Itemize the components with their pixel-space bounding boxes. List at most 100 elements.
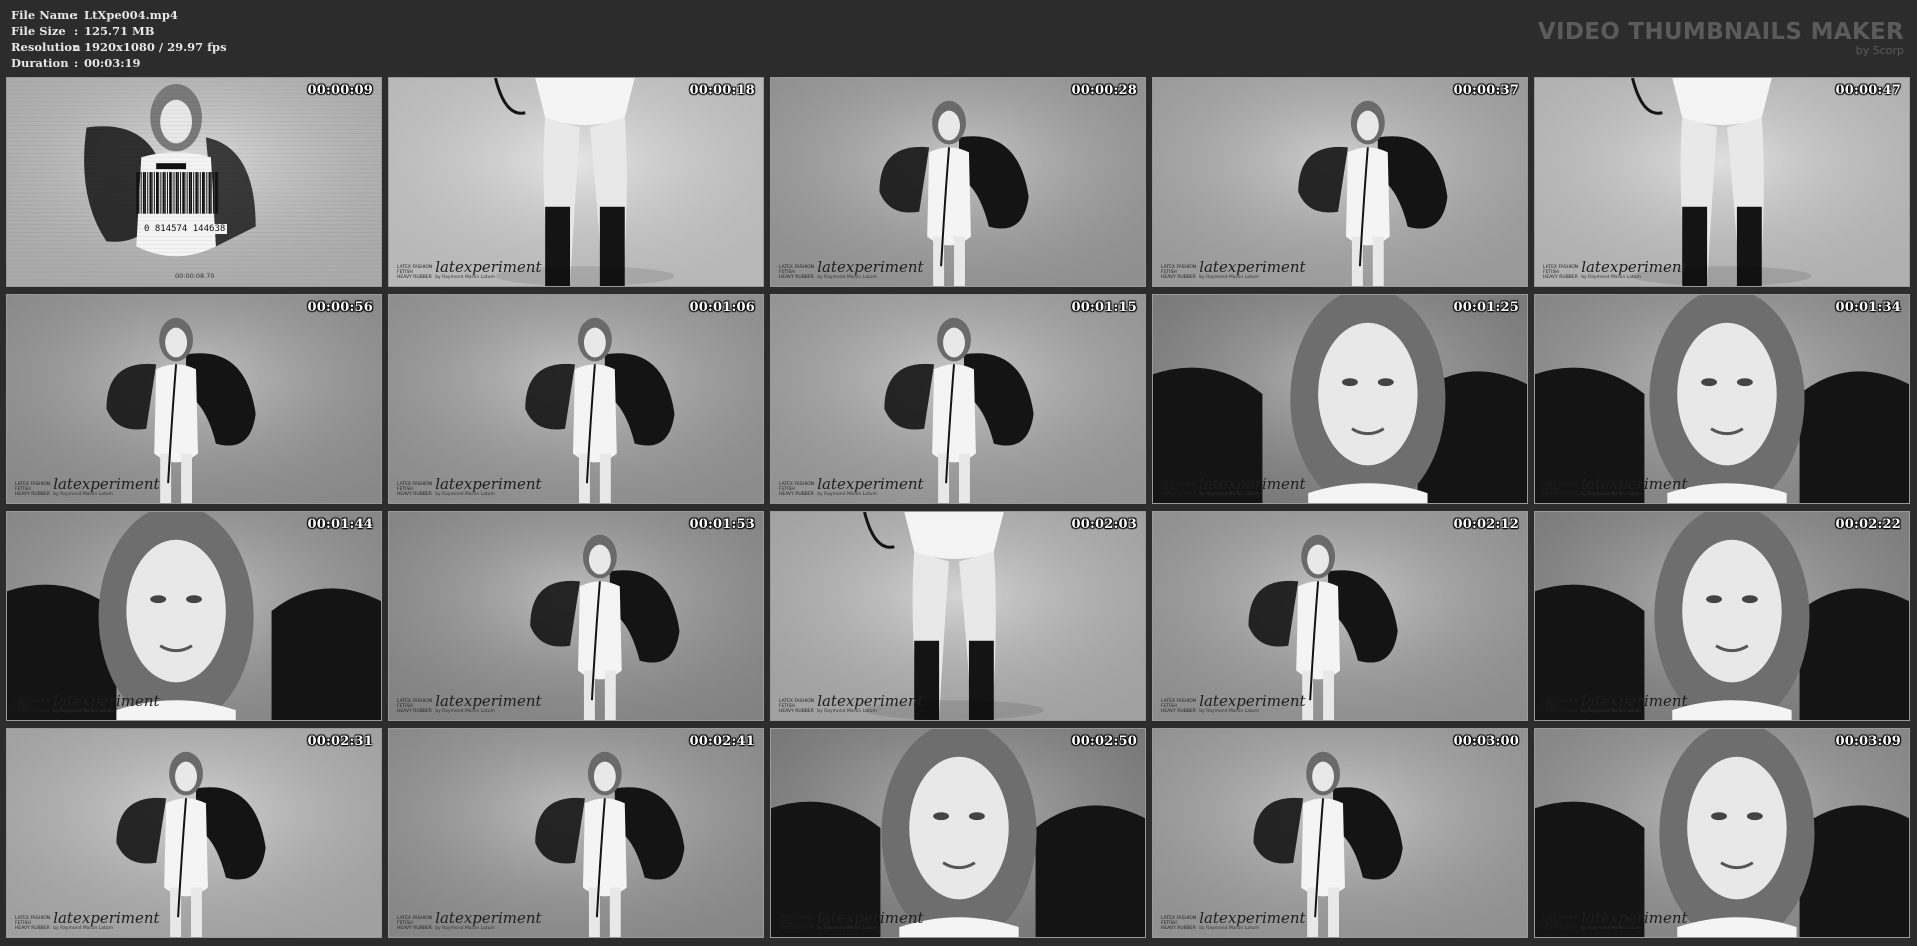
frame-image <box>7 729 381 937</box>
watermark-logo-text: latexperiment by Raymond Martin Latum <box>817 475 924 498</box>
watermark-tagline: LATEX FASHION FETISH HEAVY RUBBER <box>779 916 814 931</box>
thumbnail-frame[interactable]: LATEX FASHION FETISH HEAVY RUBBER latexperi… <box>1152 511 1528 721</box>
watermark-tagline: LATEX FASHION FETISH HEAVY RUBBER <box>397 916 432 931</box>
thumbnail-timestamp: 00:00:56 <box>307 300 373 315</box>
file-name-label: File Name <box>11 8 77 22</box>
watermark-logo-title: latexperiment <box>435 909 542 927</box>
resolution-label: Resolution <box>11 40 81 54</box>
watermark-tagline-line: HEAVY RUBBER <box>1161 275 1196 280</box>
watermark-logo-title: latexperiment <box>435 475 542 493</box>
watermark-logo-text: latexperiment by Raymond Martin Latum <box>1199 911 1305 932</box>
watermark-logo-text: latexperiment by Raymond Martin Latum <box>817 694 923 715</box>
watermark-logo-text: latexperiment by Raymond Martin Latum <box>817 260 923 281</box>
thumbnail-timestamp: 00:01:15 <box>1071 300 1137 315</box>
frame-image <box>1535 295 1909 503</box>
watermark-tagline-line: HEAVY RUBBER <box>397 926 432 931</box>
frame-image <box>389 729 763 937</box>
watermark-logo-text: latexperiment by Raymond Martin Latum <box>53 909 160 932</box>
thumbnail-sheet: File Name : LtXpe004.mp4 File Size : 125… <box>0 0 1917 946</box>
thumbnail-frame[interactable]: LATEX FASHION FETISH HEAVY RUBBER latexperi… <box>1534 77 1910 287</box>
watermark-tagline-line: HEAVY RUBBER <box>15 926 50 931</box>
thumbnail-frame[interactable]: LATEX FASHION FETISH HEAVY RUBBER latexperi… <box>6 728 382 938</box>
watermark-logo-title: latexperiment <box>435 258 542 276</box>
watermark-tagline-line: HEAVY RUBBER <box>1543 275 1578 280</box>
frame-image <box>389 295 763 503</box>
thumbnail-timestamp: 00:02:31 <box>307 734 373 749</box>
thumbnail-frame[interactable]: LATEX FASHION FETISH HEAVY RUBBER latexperi… <box>6 511 382 721</box>
watermark-logo-text: latexperiment by Raymond Martin Latum <box>435 475 542 498</box>
thumbnail-frame[interactable]: LATEX FASHION FETISH HEAVY RUBBER latexperi… <box>1534 511 1910 721</box>
watermark-tagline-line: HEAVY RUBBER <box>1543 492 1578 497</box>
thumbnail-frame[interactable]: LATEX FASHION FETISH HEAVY RUBBER latexperi… <box>1152 294 1528 504</box>
watermark-tagline: LATEX FASHION FETISH HEAVY RUBBER <box>15 482 50 497</box>
frame-image <box>1153 78 1527 286</box>
watermark-logo-title: latexperiment <box>1581 692 1688 710</box>
watermark-logo: LATEX FASHION FETISH HEAVY RUBBER latexperi… <box>1161 911 1306 932</box>
watermark-tagline-line: HEAVY RUBBER <box>397 709 432 714</box>
thumbnail-frame[interactable]: LATEX FASHION FETISH HEAVY RUBBER latexperi… <box>6 294 382 504</box>
thumbnail-frame[interactable]: LATEX FASHION FETISH HEAVY RUBBER latexperi… <box>1534 728 1910 938</box>
watermark-logo: LATEX FASHION FETISH HEAVY RUBBER latexperi… <box>15 477 160 498</box>
file-info-panel: File Name : LtXpe004.mp4 File Size : 125… <box>11 7 227 71</box>
watermark-logo-text: latexperiment by Raymond Martin Latum <box>1199 260 1305 281</box>
watermark-logo-title: latexperiment <box>817 475 924 493</box>
thumbnail-frame[interactable]: LATEX FASHION FETISH HEAVY RUBBER latexperi… <box>770 294 1146 504</box>
watermark-logo: LATEX FASHION FETISH HEAVY RUBBER latexperi… <box>397 475 542 498</box>
frame-image <box>771 512 1145 720</box>
watermark-logo: LATEX FASHION FETISH HEAVY RUBBER latexperi… <box>779 694 924 715</box>
watermark-logo: LATEX FASHION FETISH HEAVY RUBBER latexperi… <box>397 692 542 715</box>
watermark-tagline-line: HEAVY RUBBER <box>779 275 814 280</box>
watermark-logo-title: latexperiment <box>435 692 542 710</box>
watermark-logo: LATEX FASHION FETISH HEAVY RUBBER latexperi… <box>779 260 924 281</box>
thumbnail-frame[interactable]: LATEX FASHION FETISH HEAVY RUBBER latexperi… <box>1152 77 1528 287</box>
separator: : <box>74 8 79 22</box>
watermark-logo-title: latexperiment <box>1581 258 1688 276</box>
thumbnail-frame[interactable]: LATEX FASHION FETISH HEAVY RUBBER latexperi… <box>388 728 764 938</box>
watermark-tagline-line: HEAVY RUBBER <box>397 492 432 497</box>
file-size-row: File Size : 125.71 MB <box>11 23 227 39</box>
thumbnail-frame[interactable]: LATEX FASHION FETISH HEAVY RUBBER latexperi… <box>388 511 764 721</box>
watermark-logo-text: latexperiment by Raymond Martin Latum <box>435 258 542 281</box>
thumbnail-frame[interactable]: LATEX FASHION FETISH HEAVY RUBBER latexperi… <box>1534 294 1910 504</box>
file-size-value: 125.71 MB <box>84 24 155 38</box>
watermark-logo-text: latexperiment by Raymond Martin Latum <box>1581 911 1687 932</box>
watermark-logo-title: latexperiment <box>1199 475 1306 493</box>
thumbnail-frame[interactable]: LATEX FASHION FETISH HEAVY RUBBER latexperi… <box>770 77 1146 287</box>
thumbnail-timestamp: 00:01:25 <box>1453 300 1519 315</box>
thumbnail-timestamp: 00:03:00 <box>1453 734 1519 749</box>
thumbnail-frame[interactable]: LATEX FASHION FETISH HEAVY RUBBER latexperi… <box>770 511 1146 721</box>
thumbnail-frame[interactable]: LATEX FASHION FETISH HEAVY RUBBER latexperi… <box>1152 728 1528 938</box>
frame-image <box>1153 512 1527 720</box>
frame-image <box>1535 78 1909 286</box>
watermark-tagline: LATEX FASHION FETISH HEAVY RUBBER <box>779 699 814 714</box>
thumbnail-timestamp: 00:00:37 <box>1453 83 1519 98</box>
duration-label: Duration <box>11 56 69 70</box>
frame-image <box>1535 729 1909 937</box>
watermark-tagline-line: HEAVY RUBBER <box>779 709 814 714</box>
thumbnail-frame[interactable]: LATEX FASHION FETISH HEAVY RUBBER latexperi… <box>388 294 764 504</box>
watermark-tagline-line: HEAVY RUBBER <box>1161 492 1196 497</box>
frame-image <box>7 295 381 503</box>
watermark-logo: LATEX FASHION FETISH HEAVY RUBBER latexperi… <box>779 475 924 498</box>
frame-image <box>7 78 381 286</box>
watermark-tagline-line: HEAVY RUBBER <box>779 492 814 497</box>
thumbnail-frame[interactable]: LATEX FASHION FETISH HEAVY RUBBER latexperi… <box>770 728 1146 938</box>
separator: : <box>74 40 79 54</box>
watermark-logo-text: latexperiment by Raymond Martin Latum <box>1581 258 1688 281</box>
watermark-tagline-line: HEAVY RUBBER <box>1161 709 1196 714</box>
watermark-tagline: LATEX FASHION FETISH HEAVY RUBBER <box>1543 265 1578 280</box>
thumbnail-frame[interactable]: LATEX FASHION FETISH HEAVY RUBBER latexperi… <box>388 77 764 287</box>
barcode-digits: 0 814574 144638 <box>142 224 228 234</box>
watermark-logo: LATEX FASHION FETISH HEAVY RUBBER latexperi… <box>397 258 542 281</box>
watermark-tagline: LATEX FASHION FETISH HEAVY RUBBER <box>1161 916 1196 931</box>
thumbnail-frame[interactable]: 0 814574 144638 00:00:08.70 00:00:09 <box>6 77 382 287</box>
thumbnail-timestamp: 00:02:03 <box>1071 517 1137 532</box>
thumbnail-timestamp: 00:01:34 <box>1835 300 1901 315</box>
watermark-logo-title: latexperiment <box>53 909 160 927</box>
thumbnail-timestamp: 00:00:18 <box>689 83 755 98</box>
watermark-tagline: LATEX FASHION FETISH HEAVY RUBBER <box>397 482 432 497</box>
brand-title: VIDEO THUMBNAILS MAKER <box>1537 19 1904 45</box>
watermark-tagline: LATEX FASHION FETISH HEAVY RUBBER <box>1543 482 1578 497</box>
thumbnail-timestamp: 00:01:06 <box>689 300 755 315</box>
separator: : <box>74 56 79 70</box>
